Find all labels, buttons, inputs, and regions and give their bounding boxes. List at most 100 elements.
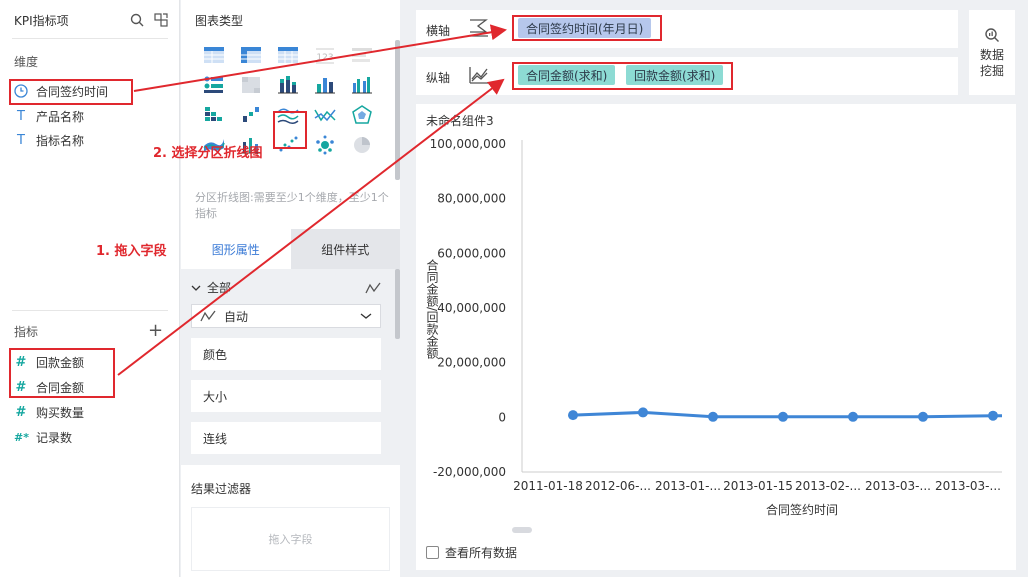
data-point — [918, 411, 928, 422]
field-label: 指标名称 — [36, 133, 85, 148]
x-tick-label: 2013-01-... — [655, 479, 721, 493]
y-axis-title: 合同金额/回款金额 — [425, 258, 439, 360]
kpi-number-icon[interactable]: 123 — [306, 40, 343, 70]
pie-chart-icon[interactable] — [343, 130, 380, 160]
data-point — [708, 411, 718, 422]
hash-star-icon: #* — [14, 430, 29, 444]
metrics-title: 指标 — [14, 325, 39, 339]
connect-line-property[interactable]: 连线 — [191, 422, 381, 454]
radar-chart-icon[interactable] — [343, 100, 380, 130]
heatmap-icon[interactable] — [232, 70, 269, 100]
field-label: 产品名称 — [36, 109, 85, 124]
line-type-icon — [365, 282, 381, 293]
x-axis-title: 合同签约时间 — [766, 502, 838, 517]
y-tick-label: 20,000,000 — [437, 356, 506, 370]
bar-chart-icon[interactable] — [306, 70, 343, 100]
result-filter-dropzone[interactable]: 拖入字段 — [191, 507, 390, 571]
x-axis-icon — [470, 19, 488, 37]
x-tick-label: 2013-03-... — [865, 479, 931, 493]
indicator-card-icon[interactable] — [195, 70, 232, 100]
chart-panel: 未命名组件3 100,000,000 80,000,000 60,000,000 40… — [416, 104, 1016, 570]
x-tick-label: 2013-03-... — [935, 479, 1001, 493]
dimension-field-product[interactable]: T 产品名称 — [14, 105, 84, 127]
data-mining-label: 挖掘 — [979, 63, 1004, 78]
property-tabs: 图形属性 组件样式 — [181, 229, 400, 269]
highlight-box-y-shelf — [512, 62, 733, 90]
field-label: 购买数量 — [36, 405, 85, 420]
dimensions-title: 维度 — [14, 55, 39, 69]
color-property[interactable]: 颜色 — [191, 338, 381, 370]
data-point — [778, 411, 788, 422]
hash-icon: # — [15, 404, 27, 420]
x-tick-label: 2012-06-... — [585, 479, 651, 493]
property-scrollbar[interactable] — [395, 269, 400, 339]
data-point — [638, 407, 648, 418]
dimension-field-metric-name[interactable]: T 指标名称 — [14, 129, 84, 151]
chevron-down-icon — [360, 313, 372, 319]
y-tick-label: 0 — [498, 410, 506, 424]
data-mining-label: 数据 — [979, 47, 1004, 62]
x-axis-shelf[interactable]: 横轴 合同签约时间(年月日) — [416, 10, 958, 48]
view-all-data-label: 查看所有数据 — [445, 546, 518, 560]
chart-horizontal-scrollbar[interactable] — [512, 527, 532, 533]
filter-placeholder: 拖入字段 — [268, 533, 313, 546]
y-tick-label: -20,000,000 — [433, 465, 506, 479]
metric-field-quantity[interactable]: # 购买数量 — [14, 401, 84, 423]
app-root: KPI指标项 维度 合同签约时间 T 产品名称 T 指标名称 指标 + # 回款… — [0, 0, 1028, 577]
property-area: 全部 自动 颜色 大小 连线 — [181, 269, 400, 465]
annotation-step2: 2. 选择分区折线图 — [153, 146, 263, 161]
chart-type-description: 分区折线图:需要至少1个维度，至少1个指标 — [195, 191, 389, 220]
switch-view-icon[interactable] — [154, 13, 168, 27]
data-point — [848, 411, 858, 422]
dataset-title: KPI指标项 — [14, 13, 69, 28]
x-tick-label: 2011-01-18 — [513, 479, 583, 493]
chart-type-scrollbar[interactable] — [395, 40, 400, 180]
highlight-box-metrics — [9, 348, 115, 398]
divider — [12, 38, 168, 39]
size-property[interactable]: 大小 — [191, 380, 381, 412]
y-axis-label: 纵轴 — [426, 71, 451, 85]
x-tick-label: 2013-02-... — [795, 479, 861, 493]
line-chart-icon[interactable] — [306, 100, 343, 130]
data-point — [568, 410, 578, 421]
line-type-value: 自动 — [224, 309, 249, 324]
stacked-bar-icon[interactable] — [269, 70, 306, 100]
y-tick-label: 60,000,000 — [437, 246, 506, 260]
line-type-icon — [200, 310, 216, 322]
highlight-box-dimension — [9, 79, 133, 105]
tab-component-style[interactable]: 组件样式 — [290, 229, 400, 269]
line-type-select[interactable]: 自动 — [191, 304, 381, 328]
tab-graphic-properties[interactable]: 图形属性 — [181, 229, 291, 269]
y-tick-label: 100,000,000 — [430, 137, 506, 151]
y-axis-icon — [469, 67, 488, 84]
waterfall-icon[interactable] — [232, 100, 269, 130]
text-type-icon: T — [17, 108, 25, 124]
chart-type-title: 图表类型 — [195, 14, 244, 28]
table-chart-icon[interactable] — [195, 40, 232, 70]
svg-text:123: 123 — [316, 53, 333, 63]
data-point — [988, 410, 998, 421]
y-tick-label: 40,000,000 — [437, 301, 506, 315]
field-panel-header: KPI指标项 — [14, 12, 168, 28]
x-axis-label: 横轴 — [426, 24, 451, 38]
add-metric-button[interactable]: + — [148, 320, 163, 341]
grouped-bar-icon[interactable] — [343, 70, 380, 100]
line-chart[interactable]: 100,000,000 80,000,000 60,000,000 40,000,00… — [416, 104, 1016, 544]
text-card-icon[interactable] — [343, 40, 380, 70]
chart-type-panel: 图表类型 123 分区折线图:需要至少1个维度，至少1个指标 图形属性 组件样式… — [181, 0, 400, 577]
all-series-row[interactable]: 全部 — [191, 279, 381, 296]
result-filter-title: 结果过滤器 — [191, 482, 252, 496]
x-tick-label: 2013-01-15 — [723, 479, 793, 493]
bubble-cluster-icon[interactable] — [306, 130, 343, 160]
view-all-data-checkbox[interactable] — [426, 546, 439, 559]
block-bar-icon[interactable] — [195, 100, 232, 130]
detail-table-icon[interactable] — [269, 40, 306, 70]
metric-field-record-count[interactable]: #* 记录数 — [14, 426, 72, 448]
cross-table-icon[interactable] — [232, 40, 269, 70]
data-mining-button[interactable]: 数据 挖掘 — [969, 10, 1015, 95]
search-icon[interactable] — [130, 13, 144, 27]
view-all-data-row[interactable]: 查看所有数据 — [426, 544, 517, 561]
divider — [12, 310, 168, 311]
chevron-down-icon — [191, 285, 201, 291]
data-mining-icon — [985, 27, 999, 42]
